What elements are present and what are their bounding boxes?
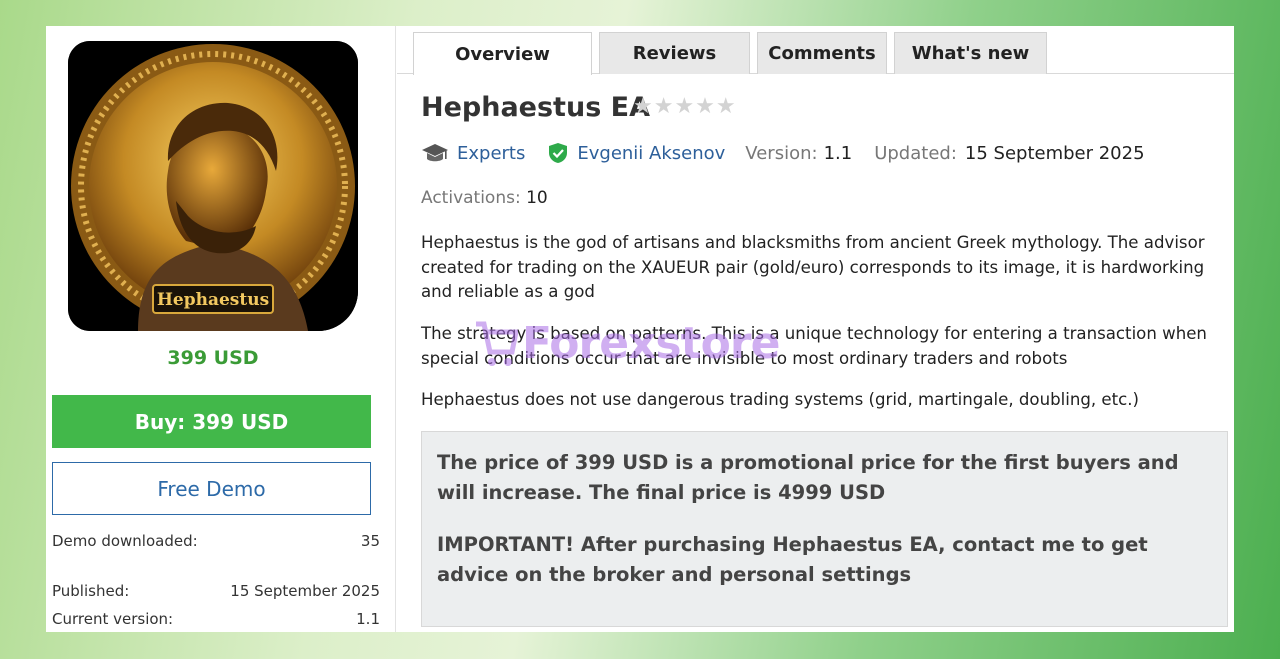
hephaestus-coin-image: Hephaestus bbox=[68, 41, 358, 331]
logo-text: Hephaestus bbox=[157, 290, 269, 310]
graduation-cap-icon bbox=[421, 142, 449, 164]
product-logo: Hephaestus bbox=[68, 41, 358, 331]
tab-whats-new[interactable]: What's new bbox=[894, 32, 1047, 74]
category-link[interactable]: Experts bbox=[457, 143, 525, 164]
version-value: 1.1 bbox=[823, 142, 853, 164]
promo-note-text: The price of 399 USD is a promotional pr… bbox=[437, 451, 1179, 504]
product-title: Hephaestus EA bbox=[421, 92, 650, 123]
description-paragraph: Hephaestus is the god of artisans and bl… bbox=[421, 233, 1205, 301]
rating-stars[interactable]: ★★★★★ bbox=[633, 94, 737, 119]
activations-label: Activations: bbox=[421, 188, 521, 208]
author-link[interactable]: Evgenii Aksenov bbox=[577, 143, 725, 164]
meta-label: Published: bbox=[52, 582, 130, 600]
product-price: 399 USD bbox=[167, 347, 259, 369]
meta-published: Published: 15 September 2025 bbox=[52, 582, 380, 600]
meta-value: 15 September 2025 bbox=[230, 582, 380, 600]
tab-reviews[interactable]: Reviews bbox=[599, 32, 750, 74]
product-sidebar: Hephaestus 399 USD Buy: 399 USD Free Dem… bbox=[46, 26, 396, 632]
meta-value: 35 bbox=[360, 532, 380, 550]
product-details: Overview Reviews Comments What's new Hep… bbox=[397, 26, 1234, 632]
tab-comments[interactable]: Comments bbox=[757, 32, 887, 74]
updated-label: Updated: bbox=[874, 142, 957, 164]
promo-note-box: The price of 399 USD is a promotional pr… bbox=[421, 431, 1228, 627]
meta-label: Demo downloaded: bbox=[52, 532, 198, 550]
product-info-line: Experts Evgenii Aksenov Version: 1.1 Upd… bbox=[421, 140, 1145, 166]
free-demo-button[interactable]: Free Demo bbox=[52, 462, 371, 515]
important-note-text: IMPORTANT! After purchasing Hephaestus E… bbox=[437, 533, 1148, 586]
product-page: Hephaestus 399 USD Buy: 399 USD Free Dem… bbox=[46, 26, 1234, 632]
meta-current-version: Current version: 1.1 bbox=[52, 610, 380, 628]
version-label: Version: bbox=[745, 142, 818, 164]
tab-bar: Overview Reviews Comments What's new bbox=[397, 26, 1234, 75]
cart-watermark-icon bbox=[474, 318, 520, 374]
description-paragraph: The strategy is based on patterns. This … bbox=[421, 324, 1207, 368]
activations: Activations: 10 bbox=[421, 188, 548, 208]
description-paragraph: Hephaestus does not use dangerous tradin… bbox=[421, 390, 1140, 409]
meta-label: Current version: bbox=[52, 610, 174, 628]
activations-value: 10 bbox=[526, 188, 548, 208]
tab-overview[interactable]: Overview bbox=[413, 32, 592, 75]
meta-demo-downloaded: Demo downloaded: 35 bbox=[52, 532, 380, 550]
meta-value: 1.1 bbox=[356, 610, 380, 628]
updated-value: 15 September 2025 bbox=[964, 142, 1145, 164]
buy-button[interactable]: Buy: 399 USD bbox=[52, 395, 371, 448]
verified-shield-icon bbox=[547, 142, 569, 164]
